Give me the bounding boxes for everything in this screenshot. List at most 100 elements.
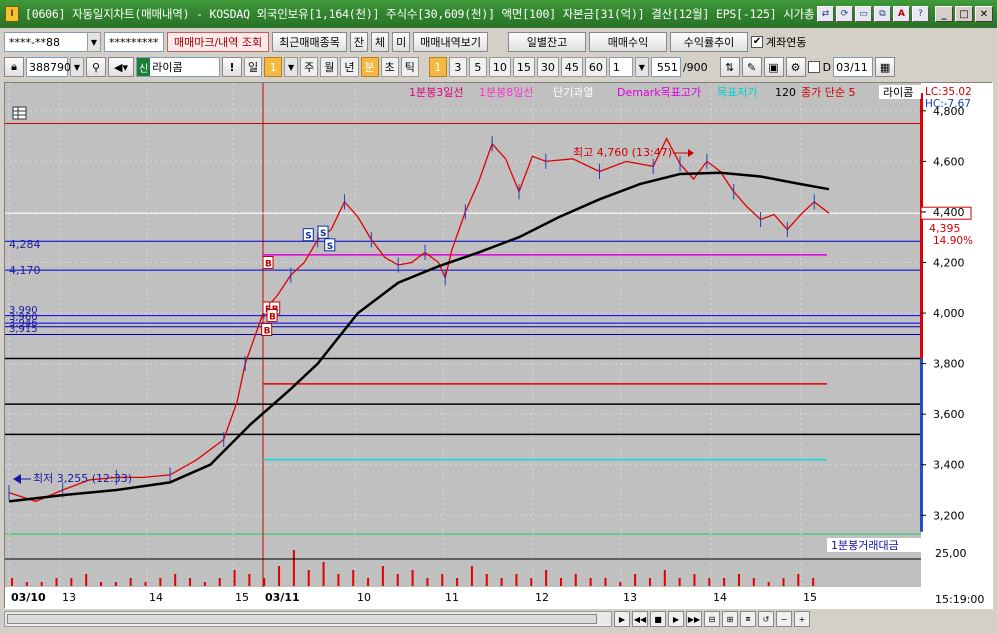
- marker-text: B: [265, 259, 272, 269]
- screen-icon[interactable]: ▭: [855, 6, 872, 22]
- trade-mark-icon[interactable]: ⇅: [719, 57, 740, 77]
- period-year[interactable]: 년: [340, 57, 359, 77]
- reset-icon[interactable]: ↺: [758, 611, 774, 627]
- x-tick-label: 03/11: [265, 591, 300, 604]
- stock-code-field[interactable]: 388790: [26, 57, 71, 77]
- minute-10[interactable]: 10: [488, 57, 511, 77]
- volume-bar: [11, 578, 13, 586]
- y-tick-label: 4,200: [933, 256, 965, 269]
- period-second[interactable]: 초: [380, 57, 399, 77]
- minute-60[interactable]: 60: [584, 57, 607, 77]
- price-chart[interactable]: SSSBBBBB 4,8004,6004,4004,2004,0003,8003…: [5, 83, 993, 609]
- volume-bar: [619, 582, 622, 586]
- market-tag: 신: [137, 58, 151, 76]
- filled-button[interactable]: 체: [371, 32, 390, 52]
- recent-trade-button[interactable]: 최근매매종목: [272, 32, 347, 52]
- volume-bar: [189, 578, 192, 586]
- fit-icon[interactable]: ⧈: [740, 611, 756, 627]
- close-button[interactable]: ✕: [975, 6, 993, 22]
- settings-icon[interactable]: ⚙: [785, 57, 806, 77]
- period-dropdown-icon[interactable]: ▼: [284, 57, 299, 77]
- period-day-button[interactable]: 일: [244, 57, 263, 77]
- volume-bar: [559, 578, 562, 586]
- trade-mark-query-button[interactable]: 매매마크/내역 조회: [167, 32, 270, 52]
- trade-history-button[interactable]: 매매내역보기: [413, 32, 489, 52]
- minute-5[interactable]: 5: [468, 57, 487, 77]
- period-week[interactable]: 주: [300, 57, 319, 77]
- volume-bar: [307, 570, 310, 586]
- chart-menu-icon[interactable]: [12, 106, 27, 120]
- minute-45[interactable]: 45: [560, 57, 583, 77]
- date-check-label: D: [822, 60, 832, 74]
- minimize-button[interactable]: _: [935, 6, 953, 22]
- minute-3[interactable]: 3: [448, 57, 467, 77]
- balance-button[interactable]: 잔: [349, 32, 369, 52]
- volume-bar: [218, 578, 221, 586]
- minute-30[interactable]: 30: [536, 57, 559, 77]
- scroll-right-icon[interactable]: ▶: [614, 611, 630, 627]
- time-label: 15:19:00: [935, 593, 984, 606]
- speaker-icon[interactable]: ◀▾: [108, 57, 134, 77]
- period-month[interactable]: 월: [320, 57, 339, 77]
- minute-15[interactable]: 15: [512, 57, 535, 77]
- password-field[interactable]: *********: [104, 32, 164, 52]
- fast-forward-icon[interactable]: ▶▶: [686, 611, 702, 627]
- marker-text: S: [305, 232, 311, 242]
- volume-tick-label: 25,00: [935, 547, 967, 560]
- count-field[interactable]: 551: [650, 57, 681, 77]
- volume-bar: [767, 582, 770, 586]
- account-dropdown-icon[interactable]: ▼: [87, 32, 101, 52]
- checkbox-icon: [807, 61, 820, 73]
- minute-1[interactable]: 1: [428, 57, 447, 77]
- plus-icon[interactable]: +: [794, 611, 810, 627]
- maximize-button[interactable]: □: [955, 6, 973, 22]
- tool-icon[interactable]: ✎: [741, 57, 762, 77]
- refresh-icon[interactable]: ⟳: [836, 6, 853, 22]
- code-dropdown-icon[interactable]: ▼: [70, 57, 84, 77]
- copy-icon[interactable]: ⧉: [874, 6, 891, 22]
- help-icon[interactable]: ?: [912, 6, 929, 22]
- date-field[interactable]: 03/11: [833, 57, 874, 77]
- stock-name-box[interactable]: 신 라이콤: [136, 57, 220, 77]
- play-icon[interactable]: ▶: [668, 611, 684, 627]
- unfilled-button[interactable]: 미: [392, 32, 411, 52]
- date-checkbox[interactable]: D: [807, 60, 832, 74]
- interval-dropdown-icon[interactable]: ▼: [634, 57, 649, 77]
- minus-icon[interactable]: −: [776, 611, 792, 627]
- account-link-checkbox[interactable]: ✔ 계좌연동: [751, 34, 807, 50]
- daily-balance-button[interactable]: 일별잔고: [508, 32, 587, 52]
- account-field[interactable]: ****-**88: [4, 32, 88, 52]
- alert-icon[interactable]: !: [222, 57, 242, 77]
- volume-bar: [812, 578, 815, 586]
- search-icon[interactable]: ⚲: [86, 57, 106, 77]
- legend-demark-high: Demark목표고가: [617, 86, 701, 99]
- period-day-count[interactable]: 1: [264, 57, 283, 77]
- chart-panel[interactable]: SSSBBBBB 4,8004,6004,4004,2004,0003,8003…: [4, 82, 993, 609]
- volume-bar: [470, 566, 473, 586]
- interval-field[interactable]: 1: [608, 57, 633, 77]
- calendar-icon[interactable]: ▦: [875, 57, 896, 77]
- y-tick-label: 3,200: [933, 509, 965, 522]
- lock-icon[interactable]: 🔒︎: [4, 57, 24, 77]
- volume-bar: [782, 578, 785, 586]
- legend-name: 라이콤: [883, 86, 913, 99]
- y-tick-label: 4,600: [933, 155, 965, 168]
- zoom-out-icon[interactable]: ⊟: [704, 611, 720, 627]
- title-tools: ⇄ ⟳ ▭ ⧉ A ?: [817, 6, 929, 22]
- scroll-track[interactable]: [4, 611, 612, 627]
- font-icon[interactable]: A: [893, 6, 910, 22]
- stop-icon[interactable]: ■: [650, 611, 666, 627]
- red-axis-bar: [920, 93, 923, 359]
- volume-bar: [174, 574, 177, 586]
- zoom-in-icon[interactable]: ⊞: [722, 611, 738, 627]
- password-value: *********: [109, 35, 159, 49]
- return-trend-button[interactable]: 수익률추이: [670, 32, 749, 52]
- period-minute[interactable]: 분: [360, 57, 379, 77]
- scroll-thumb[interactable]: [7, 614, 597, 624]
- rewind-icon[interactable]: ◀◀: [632, 611, 648, 627]
- volume-legend: 1분봉거래대금: [831, 539, 899, 552]
- trade-profit-button[interactable]: 매매수익: [589, 32, 668, 52]
- link-icon[interactable]: ⇄: [817, 6, 834, 22]
- save-icon[interactable]: ▣: [763, 57, 784, 77]
- period-tick[interactable]: 틱: [400, 57, 419, 77]
